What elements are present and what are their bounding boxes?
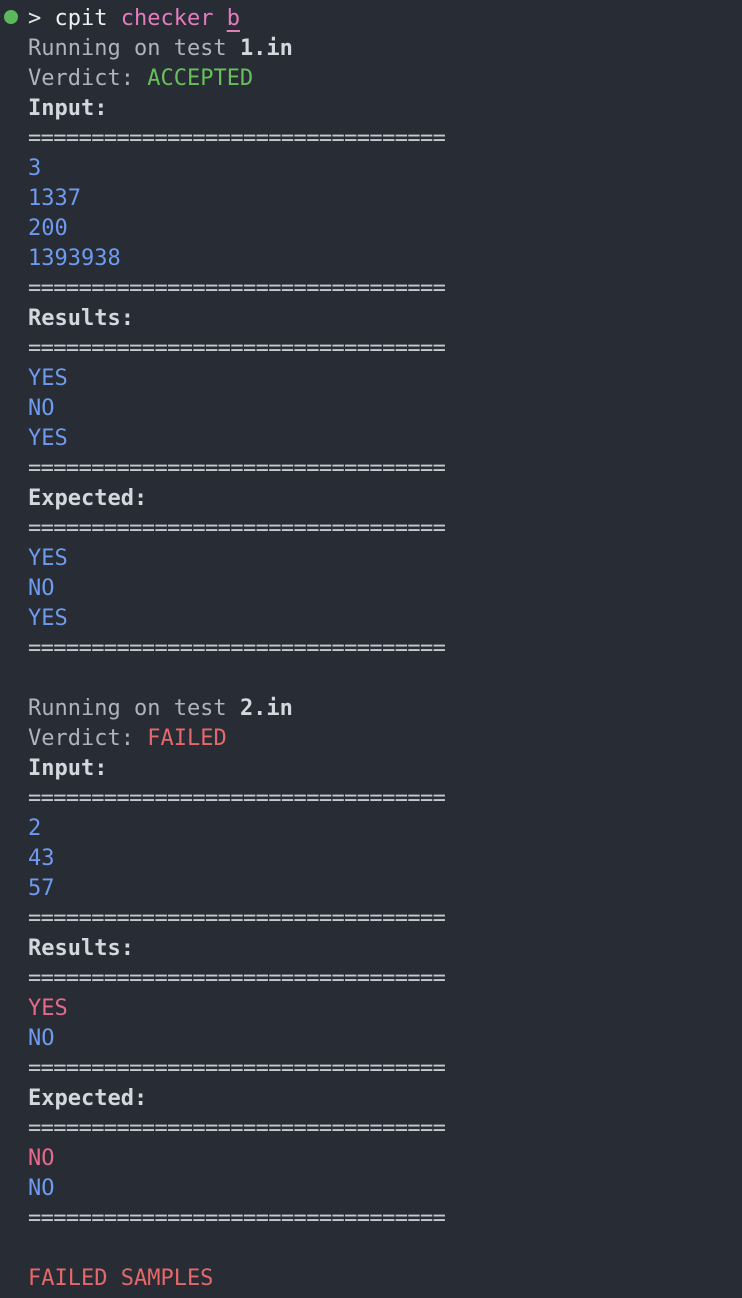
separator: ================================= [28,336,446,361]
expected-line: NO [28,1176,55,1201]
result-line: YES [28,426,68,451]
expected-label: Expected: [28,486,148,511]
separator: ================================= [28,456,446,481]
separator: ================================= [28,636,446,661]
test-file-name: 1.in [239,36,293,61]
running-prefix: Running on test [28,36,227,61]
verdict-line: Verdict: ACCEPTED [0,64,742,94]
input-line: 1337 [28,186,81,211]
expected-line: YES [28,606,68,631]
test-running-line: Running on test 1.in [0,34,742,64]
result-line: NO [28,1026,55,1051]
summary-failed-samples: FAILED SAMPLES [28,1266,214,1291]
result-line: NO [28,396,55,421]
results-label: Results: [28,936,134,961]
command-subcommand: checker [120,6,214,31]
verdict-line: Verdict: FAILED [0,724,742,754]
results-label: Results: [28,306,134,331]
separator: ================================= [28,1056,446,1081]
test-running-line: Running on test 2.in [0,694,742,724]
input-line: 2 [28,816,42,841]
cut-off-next-line [28,1292,728,1298]
input-line: 3 [28,156,42,181]
expected-line: NO [28,576,55,601]
command-argument: b [226,6,240,31]
separator: ================================= [28,126,446,151]
test-file-name: 2.in [239,696,293,721]
separator: ================================= [28,1116,446,1141]
separator: ================================= [28,1206,446,1231]
verdict-label: Verdict: [28,66,134,91]
verdict-accepted: ACCEPTED [147,66,254,91]
prompt-symbol: > [28,6,42,31]
separator: ================================= [28,276,446,301]
running-prefix: Running on test [28,696,227,721]
input-label: Input: [28,756,108,781]
expected-line: YES [28,546,68,571]
result-line-mismatch: YES [28,996,68,1021]
verdict-label: Verdict: [28,726,134,751]
expected-line-mismatch: NO [28,1146,55,1171]
separator: ================================= [28,786,446,811]
separator: ================================= [28,516,446,541]
command-name: cpit [54,6,108,31]
result-line: YES [28,366,68,391]
verdict-failed: FAILED [147,726,227,751]
status-dot-icon [4,10,18,24]
input-line: 43 [28,846,55,871]
input-line: 1393938 [28,246,121,271]
separator: ================================= [28,966,446,991]
input-line: 200 [28,216,68,241]
input-line: 57 [28,876,55,901]
terminal-window[interactable]: > cpit checker b Running on test 1.in Ve… [0,0,742,1298]
separator: ================================= [28,906,446,931]
expected-label: Expected: [28,1086,148,1111]
prompt-line: > cpit checker b [0,4,742,34]
input-label: Input: [28,96,108,121]
